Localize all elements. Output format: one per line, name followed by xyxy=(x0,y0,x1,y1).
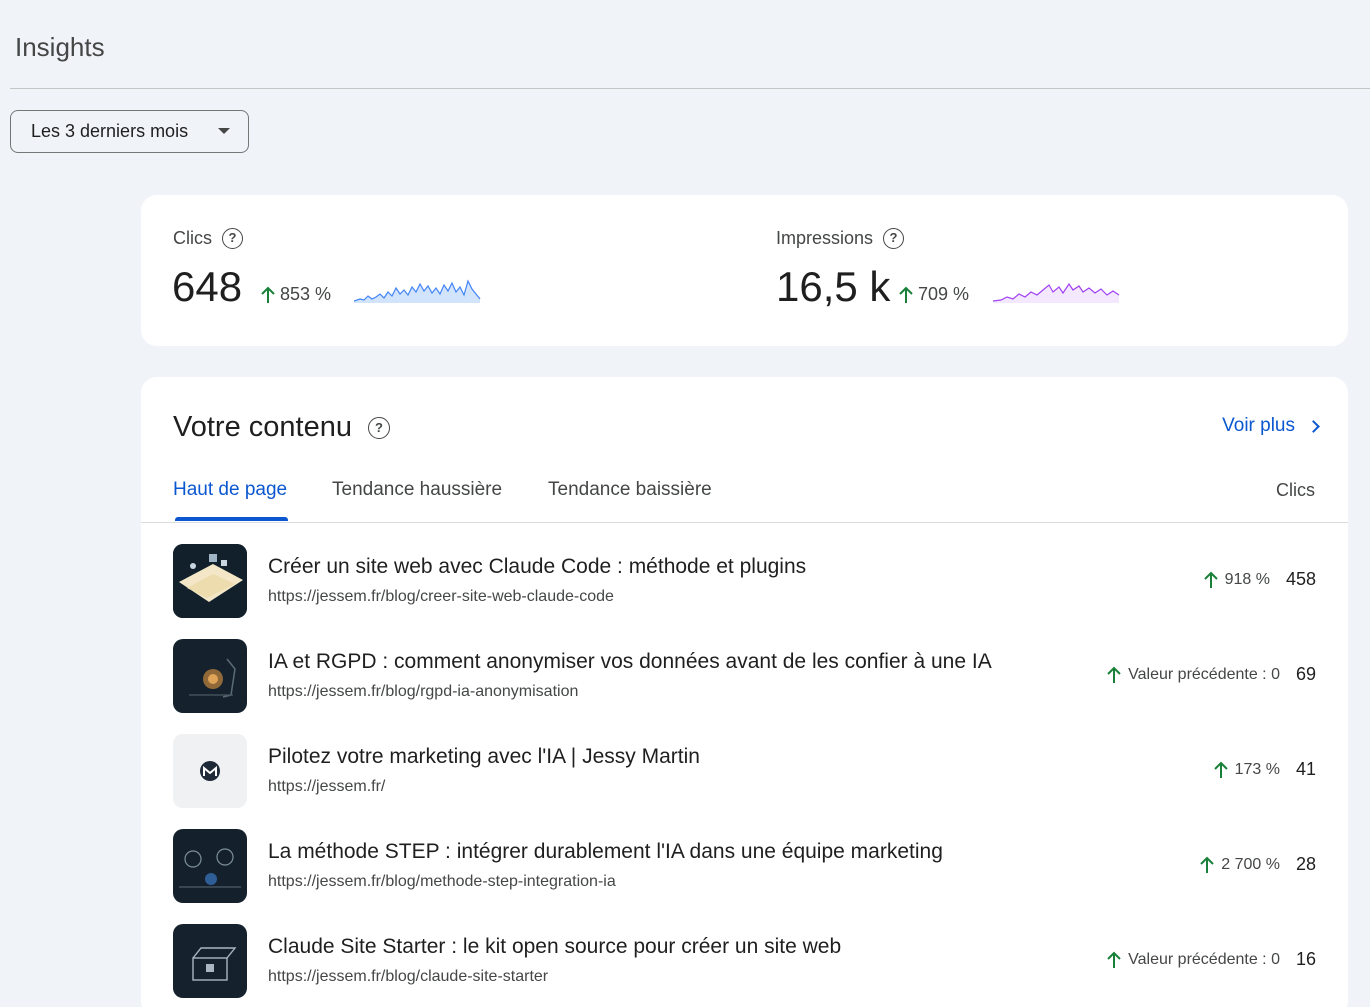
article-title: IA et RGPD : comment anonymiser vos donn… xyxy=(268,650,992,673)
date-range-label: Les 3 derniers mois xyxy=(31,121,189,141)
impressions-delta-value: 709 % xyxy=(918,284,970,304)
article-thumbnail xyxy=(173,829,247,903)
row-delta-value: Valeur précédente : 0 xyxy=(1128,950,1280,968)
row-delta-value: Valeur précédente : 0 xyxy=(1128,665,1280,683)
arrow-up-icon xyxy=(1203,571,1218,588)
article-thumbnail xyxy=(173,544,247,618)
list-item[interactable]: Pilotez votre marketing avec l'IA | Jess… xyxy=(141,734,1348,829)
article-title: La méthode STEP : intégrer durablement l… xyxy=(268,840,943,863)
impressions-delta: 709 % xyxy=(898,284,969,305)
tab-trending-down[interactable]: Tendance baissière xyxy=(548,479,712,501)
row-delta-value: 918 % xyxy=(1224,570,1270,588)
list-item[interactable]: La méthode STEP : intégrer durablement l… xyxy=(141,829,1348,924)
impressions-label: Impressions xyxy=(776,228,874,248)
row-clicks: 28 xyxy=(1295,854,1316,874)
article-thumbnail xyxy=(173,924,247,998)
article-title: Claude Site Starter : le kit open source… xyxy=(268,935,842,958)
article-url: https://jessem.fr/blog/creer-site-web-cl… xyxy=(268,588,614,605)
row-clicks: 69 xyxy=(1295,664,1316,684)
header-divider xyxy=(10,88,1370,89)
clicks-column-header: Clics xyxy=(1276,480,1315,500)
help-icon[interactable]: ? xyxy=(222,228,243,249)
row-stats: Valeur précédente : 0 16 xyxy=(1106,949,1316,970)
see-more-link[interactable]: Voir plus xyxy=(1222,415,1320,437)
list-item[interactable]: Créer un site web avec Claude Code : mét… xyxy=(141,544,1348,639)
article-thumbnail xyxy=(173,639,247,713)
list-item[interactable]: Claude Site Starter : le kit open source… xyxy=(141,924,1348,1007)
caret-down-icon xyxy=(218,128,230,134)
metrics-card: Clics ? 648 853 % Impressions ? 16,5 k 7… xyxy=(141,195,1348,346)
help-icon[interactable]: ? xyxy=(883,228,905,249)
row-delta: 173 % xyxy=(1213,761,1280,779)
clicks-label: Clics xyxy=(173,228,212,248)
arrow-up-icon xyxy=(261,286,275,303)
date-range-select[interactable]: Les 3 derniers mois xyxy=(10,110,249,153)
clicks-delta-value: 853 % xyxy=(280,284,332,304)
clicks-delta: 853 % xyxy=(260,284,331,305)
row-stats: 173 % 41 xyxy=(1213,759,1316,780)
row-delta: 918 % xyxy=(1203,571,1270,589)
row-delta-value: 2 700 % xyxy=(1221,855,1280,873)
chevron-right-icon xyxy=(1307,419,1320,433)
article-url: https://jessem.fr/blog/rgpd-ia-anonymisa… xyxy=(268,683,579,700)
clicks-value: 648 xyxy=(172,263,243,310)
tab-top-pages[interactable]: Haut de page xyxy=(173,479,287,501)
content-card: Votre contenu ? Voir plus Haut de page T… xyxy=(141,377,1348,1007)
tab-trending-up[interactable]: Tendance haussière xyxy=(332,479,502,501)
row-delta: 2 700 % xyxy=(1199,856,1280,874)
help-icon[interactable]: ? xyxy=(367,416,390,439)
article-url: https://jessem.fr/blog/methode-step-inte… xyxy=(268,873,616,890)
impressions-value: 16,5 k xyxy=(776,263,891,310)
row-delta: Valeur précédente : 0 xyxy=(1106,951,1280,969)
see-more-label: Voir plus xyxy=(1222,415,1295,436)
row-clicks: 458 xyxy=(1285,569,1316,589)
article-title: Pilotez votre marketing avec l'IA | Jess… xyxy=(268,745,700,768)
row-clicks: 41 xyxy=(1295,759,1316,779)
row-clicks: 16 xyxy=(1295,949,1316,969)
row-stats: Valeur précédente : 0 69 xyxy=(1106,664,1316,685)
article-url: https://jessem.fr/ xyxy=(268,778,386,795)
clicks-label-row: Clics ? xyxy=(173,228,243,249)
arrow-up-icon xyxy=(1213,761,1228,778)
impressions-label-row: Impressions ? xyxy=(776,228,905,249)
row-stats: 918 % 458 xyxy=(1203,569,1316,590)
site-favicon-thumbnail xyxy=(173,734,247,808)
clicks-sparkline xyxy=(354,279,481,303)
section-title: Votre contenu xyxy=(173,411,352,443)
section-title-row: Votre contenu ? xyxy=(173,411,390,444)
active-tab-indicator xyxy=(175,517,288,521)
row-delta-value: 173 % xyxy=(1234,760,1280,778)
article-url: https://jessem.fr/blog/claude-site-start… xyxy=(268,968,549,985)
row-delta: Valeur précédente : 0 xyxy=(1106,666,1280,684)
arrow-up-icon xyxy=(1107,951,1121,968)
arrow-up-icon xyxy=(899,286,913,303)
list-item[interactable]: IA et RGPD : comment anonymiser vos donn… xyxy=(141,639,1348,734)
arrow-up-icon xyxy=(1200,856,1214,873)
impressions-sparkline xyxy=(993,282,1120,303)
row-stats: 2 700 % 28 xyxy=(1199,854,1316,875)
arrow-up-icon xyxy=(1107,666,1121,683)
article-title: Créer un site web avec Claude Code : mét… xyxy=(268,555,807,578)
tabs-divider xyxy=(141,522,1348,523)
page-title: Insights xyxy=(15,32,105,62)
